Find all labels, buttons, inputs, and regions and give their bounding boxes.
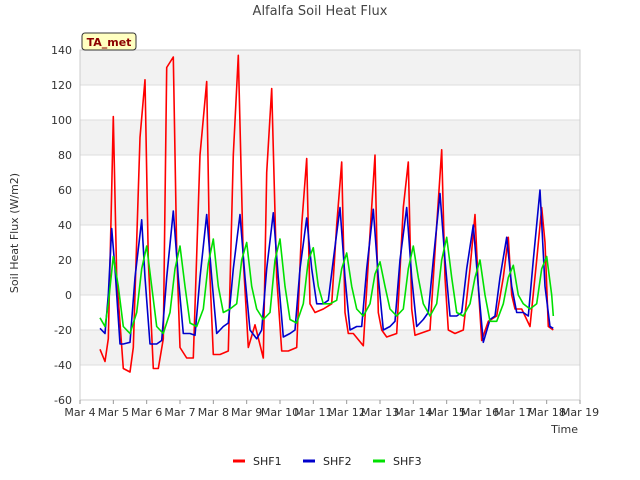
y-tick-label: -40 [54, 359, 72, 372]
chart-title: Alfalfa Soil Heat Flux [253, 4, 388, 19]
y-ticks: -60-40-20020406080100120140 [51, 44, 72, 407]
y-tick-label: 100 [51, 114, 72, 127]
legend: SHF1 SHF2 SHF3 [233, 455, 422, 468]
legend-label-shf3: SHF3 [393, 455, 422, 468]
y-tick-label: 140 [51, 44, 72, 57]
legend-label-shf1: SHF1 [253, 455, 282, 468]
annotation-box: TA_met [81, 32, 137, 51]
y-tick-label: 20 [58, 254, 72, 267]
y-tick-label: 80 [58, 149, 72, 162]
y-tick-label: 60 [58, 184, 72, 197]
legend-label-shf2: SHF2 [323, 455, 352, 468]
x-tick-label: Mar 9 [231, 406, 262, 419]
x-tick-label: Mar 8 [198, 406, 229, 419]
grid-band [80, 330, 580, 365]
x-tick-label: Mar 4 [64, 406, 95, 419]
y-tick-label: 40 [58, 219, 72, 232]
y-tick-label: -20 [54, 324, 72, 337]
x-axis-title: Time [550, 423, 578, 436]
y-tick-label: 120 [51, 79, 72, 92]
y-axis-title: Soil Heat Flux (W/m2) [8, 173, 21, 293]
grid-band [80, 120, 580, 155]
y-tick-label: 0 [65, 289, 72, 302]
x-tick-label: Mar 5 [98, 406, 129, 419]
grid-band [80, 50, 580, 85]
annotation-label: TA_met [87, 36, 132, 49]
x-tick-label: Mar 19 [561, 406, 599, 419]
x-tick-label: Mar 6 [131, 406, 162, 419]
x-tick-label: Mar 7 [164, 406, 195, 419]
x-ticks: Mar 4 Mar 5 Mar 6 Mar 7 Mar 8 Mar 9Mar 10Mar … [64, 400, 599, 419]
chart: -60-40-20020406080100120140 Mar 4 Mar 5 Ma… [8, 4, 599, 468]
grid-band [80, 190, 580, 225]
